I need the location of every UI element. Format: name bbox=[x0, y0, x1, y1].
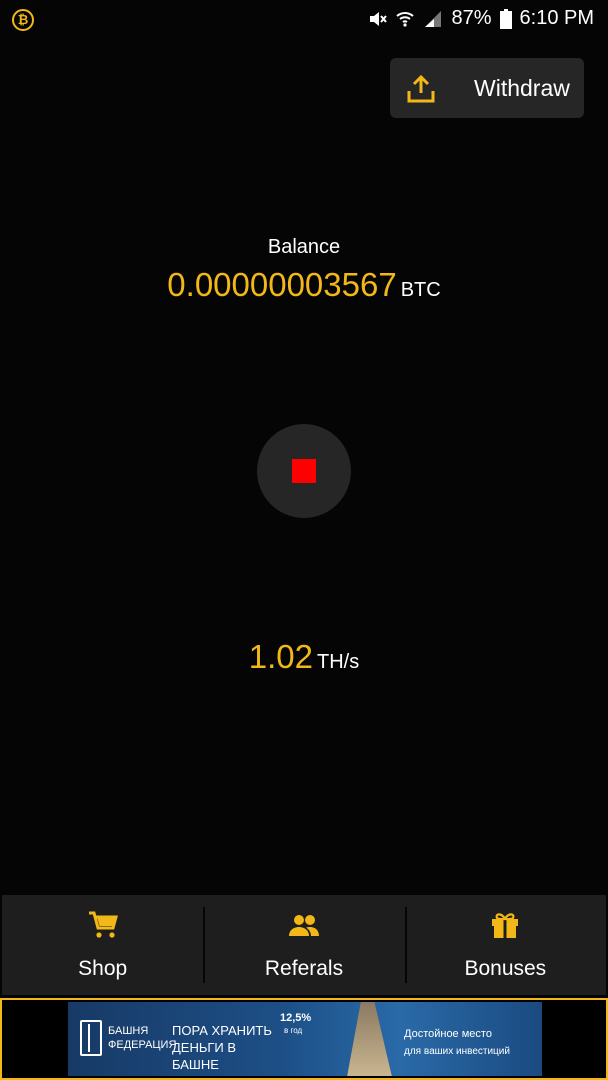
nav-referals-label: Referals bbox=[264, 957, 344, 980]
battery-percent: 87% bbox=[451, 7, 492, 29]
nav-bonuses[interactable]: Bonuses bbox=[404, 895, 606, 995]
ad-banner[interactable]: БАШНЯ ФЕДЕРАЦИЯ ПОРА ХРАНИТЬ ДЕНЬГИ В БА… bbox=[68, 1002, 542, 1076]
balance-unit: BTC bbox=[400, 279, 441, 301]
ad-brand: БАШНЯ ФЕДЕРАЦИЯ bbox=[108, 1025, 177, 1051]
balance-label: Balance bbox=[267, 236, 341, 258]
ad-frame: БАШНЯ ФЕДЕРАЦИЯ ПОРА ХРАНИТЬ ДЕНЬГИ В БА… bbox=[0, 998, 608, 1080]
ad-tower-image bbox=[347, 1002, 392, 1076]
balance-value: 0.00000003567 bbox=[167, 266, 397, 303]
hashrate-unit: TH/s bbox=[317, 651, 360, 673]
hashrate-display: 1.02 TH/s bbox=[0, 638, 608, 676]
mute-icon bbox=[370, 11, 388, 26]
stop-mining-button[interactable] bbox=[257, 424, 351, 518]
upload-icon bbox=[407, 74, 435, 103]
gift-icon bbox=[492, 913, 519, 938]
nav-shop[interactable]: Shop bbox=[2, 895, 203, 995]
withdraw-label: Withdraw bbox=[474, 75, 570, 101]
ad-slogan: ПОРА ХРАНИТЬ ДЕНЬГИ В БАШНЕ bbox=[172, 1023, 272, 1072]
status-icons: 87% 6:10 PM bbox=[367, 7, 594, 30]
ad-rate: 12,5% bbox=[280, 1012, 312, 1024]
wifi-icon bbox=[396, 11, 415, 27]
hashrate-value: 1.02 bbox=[248, 638, 313, 675]
ad-tagline-1: Достойное место bbox=[404, 1028, 492, 1040]
ad-logo bbox=[80, 1020, 102, 1056]
cart-icon bbox=[88, 911, 118, 938]
stop-icon bbox=[292, 459, 316, 483]
bitcoin-icon: ₿ bbox=[12, 9, 34, 31]
nav-shop-label: Shop bbox=[78, 957, 128, 980]
ad-rate-period: в год bbox=[284, 1026, 303, 1035]
battery-icon bbox=[499, 8, 512, 29]
bottom-nav: Shop Referals Bonuses bbox=[2, 895, 606, 995]
clock: 6:10 PM bbox=[519, 7, 594, 29]
nav-referals[interactable]: Referals bbox=[203, 895, 404, 995]
nav-bonuses-label: Bonuses bbox=[464, 957, 547, 980]
withdraw-button[interactable]: Withdraw bbox=[390, 58, 584, 118]
signal-icon bbox=[425, 10, 442, 27]
people-icon bbox=[288, 915, 319, 936]
status-bar: ₿ 87% 6:10 PM bbox=[0, 0, 608, 38]
balance-display: 0.00000003567 BTC bbox=[0, 266, 608, 304]
ad-tagline-2: для ваших инвестиций bbox=[404, 1046, 510, 1057]
